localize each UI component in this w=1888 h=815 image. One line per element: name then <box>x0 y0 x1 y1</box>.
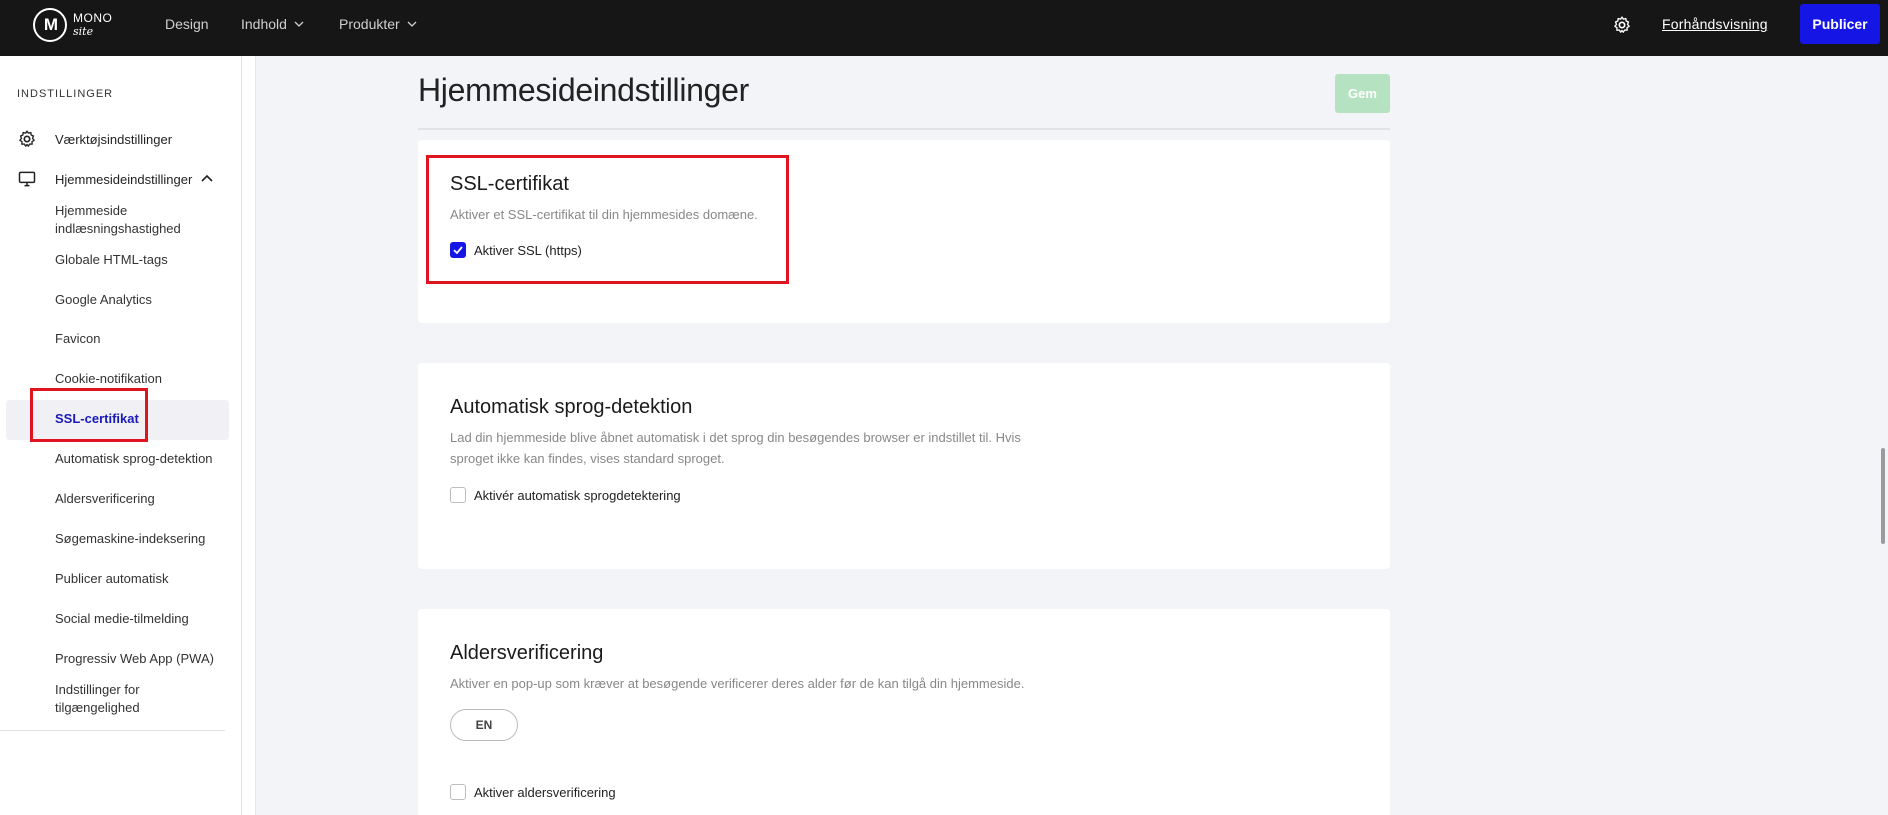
language-detection-description: Lad din hjemmeside blive åbnet automatis… <box>450 430 1021 466</box>
nav-indhold[interactable]: Indhold <box>241 0 305 48</box>
top-bar: M MONO site Design Indhold Produkter For… <box>0 0 1888 56</box>
age-verification-description: Aktiver en pop-up som kræver at besøgend… <box>450 676 1025 691</box>
language-detection-title: Automatisk sprog-detektion <box>450 396 693 418</box>
sidebar-item-label: Hjemmesideindstillinger <box>55 171 193 187</box>
sidebar-subitem-html-tags[interactable]: Globale HTML-tags <box>55 251 235 269</box>
sidebar-item-website-settings[interactable]: Hjemmesideindstillinger <box>17 169 214 189</box>
nav-design[interactable]: Design <box>165 0 209 48</box>
monosite-logo[interactable]: M MONO site <box>33 8 112 42</box>
publish-button[interactable]: Publicer <box>1800 4 1880 44</box>
sidebar-subitem-accessibility[interactable]: Indstillinger for tilgængelighed <box>55 681 185 717</box>
gear-icon <box>19 130 35 147</box>
scrollbar-track[interactable] <box>1876 56 1888 815</box>
sidebar-subitem-favicon[interactable]: Favicon <box>55 330 235 348</box>
logo-line2: site <box>73 25 94 38</box>
language-detection-checkbox-label: Aktivér automatisk sprogdetektering <box>474 487 681 503</box>
chevron-down-icon <box>407 21 417 27</box>
sidebar-subitem-age[interactable]: Aldersverificering <box>55 490 235 508</box>
panel-edge <box>242 56 256 815</box>
logo-mark-icon: M <box>33 8 67 42</box>
sidebar-subitem-speed[interactable]: Hjemmeside indlæsningshastighed <box>55 202 235 238</box>
save-button[interactable]: Gem <box>1335 74 1390 113</box>
language-detection-checkbox[interactable]: Aktivér automatisk sprogdetektering <box>450 487 681 503</box>
page-title: Hjemmesideindstillinger <box>418 72 750 108</box>
sidebar-subitem-autopublish[interactable]: Publicer automatisk <box>55 570 235 588</box>
sidebar-heading: INDSTILLINGER <box>17 88 114 100</box>
monitor-icon <box>18 171 36 187</box>
sidebar-item-label: Værktøjsindstillinger <box>55 131 173 147</box>
sidebar-divider <box>0 730 225 731</box>
nav-produkter[interactable]: Produkter <box>339 0 418 48</box>
preview-link[interactable]: Forhåndsvisning <box>1662 16 1768 32</box>
checkbox-unchecked[interactable] <box>450 487 466 503</box>
age-verification-title: Aldersverificering <box>450 642 604 664</box>
page-header: Hjemmesideindstillinger Gem <box>418 56 1390 130</box>
age-verification-card: Aldersverificering Aktiver en pop-up som… <box>418 609 1390 815</box>
age-verification-checkbox[interactable]: Aktiver aldersverificering <box>450 784 616 800</box>
checkbox-unchecked[interactable] <box>450 784 466 800</box>
language-selector-pill[interactable]: EN <box>450 709 518 741</box>
chevron-up-icon[interactable] <box>200 172 214 186</box>
scrollbar-thumb[interactable] <box>1881 448 1885 544</box>
sidebar-subitem-pwa[interactable]: Progressiv Web App (PWA) <box>55 650 235 668</box>
logo-line1: MONO <box>73 11 113 25</box>
sidebar-subitem-language[interactable]: Automatisk sprog-detektion <box>55 450 235 468</box>
gear-icon[interactable] <box>1612 15 1632 35</box>
sidebar-subitem-social[interactable]: Social medie-tilmelding <box>55 610 235 628</box>
age-verification-checkbox-label: Aktiver aldersverificering <box>474 784 616 800</box>
sidebar-subitem-google-analytics[interactable]: Google Analytics <box>55 291 235 309</box>
sidebar-subitem-cookie[interactable]: Cookie-notifikation <box>55 370 235 388</box>
highlight-box <box>426 155 789 284</box>
language-detection-card: Automatisk sprog-detektion Lad din hjemm… <box>418 363 1390 569</box>
sidebar-subitem-seo[interactable]: Søgemaskine-indeksering <box>55 530 235 548</box>
highlight-box <box>30 388 148 442</box>
sidebar-item-tools[interactable]: Værktøjsindstillinger <box>17 129 172 149</box>
chevron-down-icon <box>294 21 304 27</box>
